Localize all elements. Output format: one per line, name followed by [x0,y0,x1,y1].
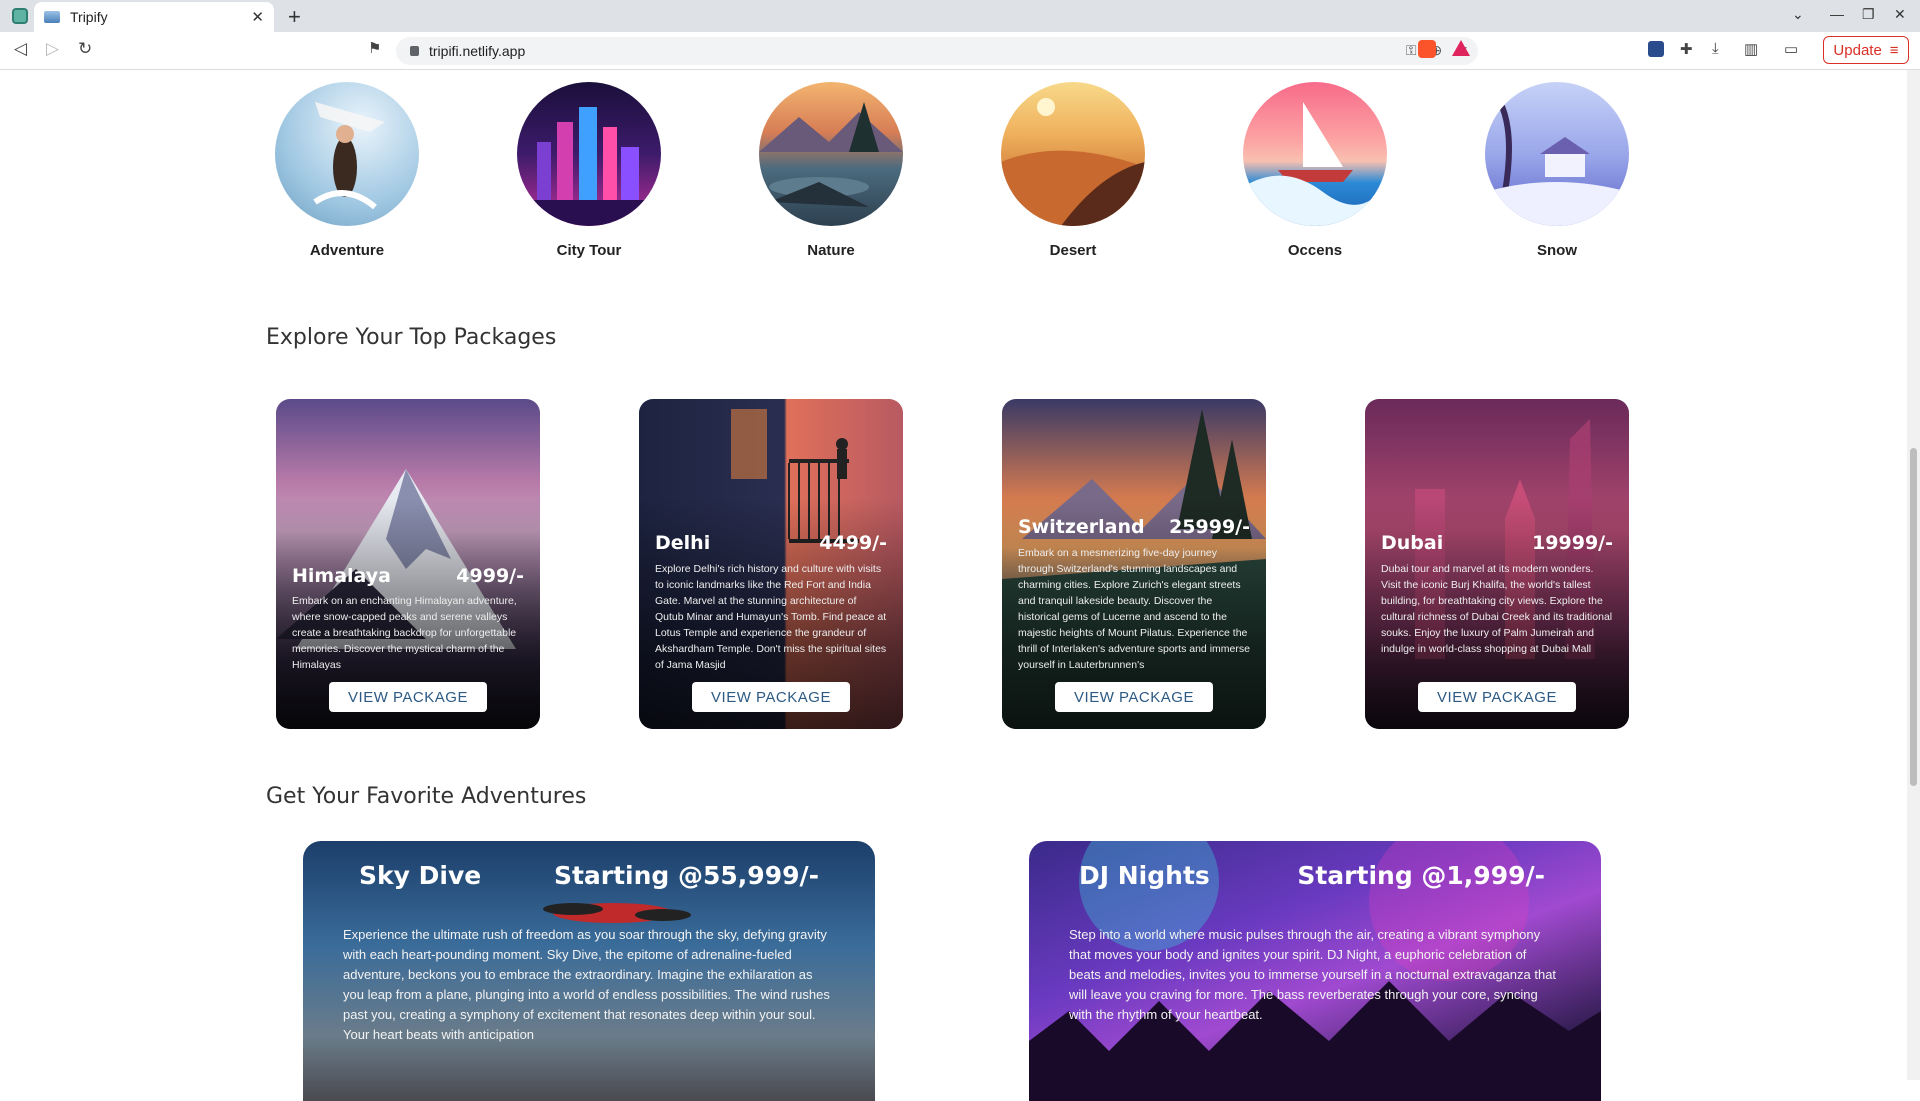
category-label: Nature [807,242,855,259]
package-header: Switzerland 25999/- [1018,516,1250,538]
forward-icon[interactable]: ▷ [46,39,59,59]
category-city-tour[interactable]: City Tour [517,82,661,259]
package-price: 4999/- [456,565,524,587]
adventure-card-dj-nights[interactable]: DJ Nights Starting @1,999/- Step into a … [1029,841,1601,1101]
adventure-name: DJ Nights [1079,861,1210,890]
view-package-button[interactable]: VIEW PACKAGE [692,682,850,712]
package-price: 19999/- [1532,532,1613,554]
package-description: Dubai tour and marvel at its modern wond… [1381,563,1613,655]
nature-image [759,82,903,226]
browser-toolbar: ◁ ▷ ↻ ⚑ tripifi.netlify.app ⚿ ⊕ ⋖ ✚ ⤓ ▥ … [0,32,1920,70]
packages-section-title: Explore Your Top Packages [266,325,557,350]
url-text: tripifi.netlify.app [429,43,526,59]
category-oceans[interactable]: Occens [1243,82,1387,259]
close-window-icon[interactable]: ✕ [1894,6,1906,23]
category-label: Snow [1537,242,1577,259]
page-scrollbar[interactable] [1907,70,1920,1080]
category-label: Desert [1049,242,1097,259]
close-tab-icon[interactable]: ✕ [251,8,264,26]
package-name: Switzerland [1018,516,1145,538]
browser-tab[interactable]: Tripify ✕ [34,2,274,32]
category-label: Occens [1287,242,1343,259]
view-package-button[interactable]: VIEW PACKAGE [1418,682,1576,712]
address-bar[interactable]: tripifi.netlify.app ⚿ ⊕ ⋖ [396,37,1478,65]
view-package-button[interactable]: VIEW PACKAGE [1055,682,1213,712]
category-adventure[interactable]: Adventure [275,82,419,259]
package-description: Explore Delhi's rich history and culture… [655,563,887,671]
view-package-button[interactable]: VIEW PACKAGE [329,682,487,712]
site-favicon-icon [44,11,60,23]
back-icon[interactable]: ◁ [14,39,27,59]
package-price: 4499/- [819,532,887,554]
browser-tab-strip: Tripify ✕ + ⌄ — ❐ ✕ [0,0,1920,32]
category-snow[interactable]: Snow [1485,82,1629,259]
package-name: Dubai [1381,532,1444,554]
new-tab-icon[interactable]: + [288,4,301,30]
snow-image [1485,82,1629,226]
sidebar-icon[interactable]: ▥ [1744,40,1758,58]
brave-rewards-icon[interactable] [1452,40,1470,56]
city-tour-image [517,82,661,226]
package-card-himalaya[interactable]: Himalaya 4999/- Embark on an enchanting … [276,399,540,729]
package-card-dubai[interactable]: Dubai 19999/- Dubai tour and marvel at i… [1365,399,1629,729]
package-name: Himalaya [292,565,391,587]
category-label: City Tour [556,242,622,259]
desert-image [1001,82,1145,226]
package-header: Dubai 19999/- [1381,532,1613,554]
menu-icon: ≡ [1889,41,1899,59]
package-description: Embark on a mesmerizing five-day journey… [1018,547,1250,671]
package-header: Delhi 4499/- [655,532,887,554]
adventure-name: Sky Dive [359,861,482,890]
scrollbar-thumb[interactable] [1910,448,1917,786]
minimize-icon[interactable]: — [1830,6,1844,22]
package-name: Delhi [655,532,711,554]
adventure-price: Starting @55,999/- [553,861,819,890]
category-desert[interactable]: Desert [1001,82,1145,259]
package-card-switzerland[interactable]: Switzerland 25999/- Embark on a mesmeriz… [1002,399,1266,729]
adventure-image [275,82,419,226]
adventure-header: DJ Nights Starting @1,999/- [1079,861,1545,890]
adventures-section-title: Get Your Favorite Adventures [266,784,587,809]
reload-icon[interactable]: ↻ [78,39,92,59]
category-nature[interactable]: Nature [759,82,903,259]
oceans-image [1243,82,1387,226]
restore-icon[interactable]: ❐ [1862,6,1875,23]
puzzle-extensions-icon[interactable]: ✚ [1680,40,1693,58]
adventure-header: Sky Dive Starting @55,999/- [359,861,819,890]
tab-title: Tripify [70,9,108,25]
bookmark-icon[interactable]: ⚑ [368,39,381,57]
adventure-card-sky-dive[interactable]: Sky Dive Starting @55,999/- Experience t… [303,841,875,1101]
browser-menu-icon[interactable] [12,8,28,24]
key-icon[interactable]: ⚿ [1406,42,1417,59]
extension-icon[interactable] [1648,41,1664,57]
lock-icon [410,46,419,56]
package-description: Embark on an enchanting Himalayan advent… [292,595,517,671]
update-button[interactable]: Update ≡ [1823,36,1909,64]
download-icon[interactable]: ⤓ [1712,40,1719,57]
adventure-price: Starting @1,999/- [1297,861,1545,890]
package-card-delhi[interactable]: Delhi 4499/- Explore Delhi's rich histor… [639,399,903,729]
wallet-icon[interactable]: ▭ [1784,40,1798,58]
brave-shields-icon[interactable] [1418,40,1436,58]
package-price: 25999/- [1169,516,1250,538]
adventure-description: Experience the ultimate rush of freedom … [343,927,830,1042]
category-label: Adventure [309,242,385,259]
update-label: Update [1833,41,1882,59]
adventure-description: Step into a world where music pulses thr… [1069,927,1557,1022]
package-header: Himalaya 4999/- [292,565,524,587]
tab-search-chevron-icon[interactable]: ⌄ [1792,6,1804,23]
